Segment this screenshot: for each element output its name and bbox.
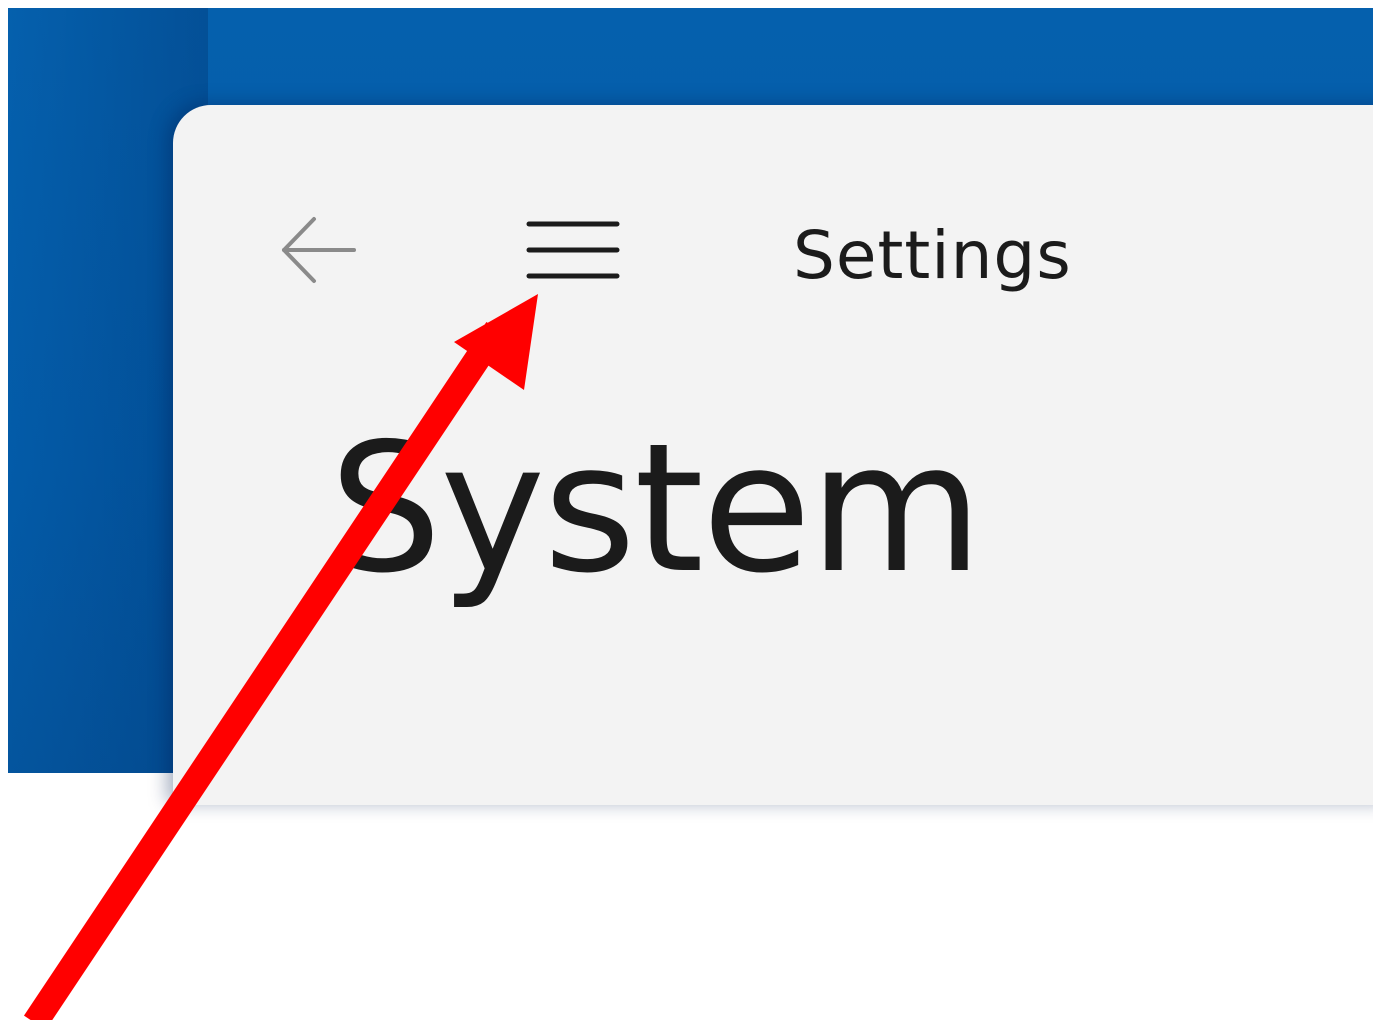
back-arrow-icon bbox=[282, 217, 356, 283]
page-title: System bbox=[329, 405, 983, 612]
settings-window: Settings System bbox=[173, 105, 1373, 805]
menu-button[interactable] bbox=[518, 210, 628, 290]
app-title: Settings bbox=[793, 217, 1072, 294]
screenshot-stage: Settings System bbox=[0, 0, 1373, 1020]
hamburger-menu-icon bbox=[526, 221, 620, 279]
back-button[interactable] bbox=[273, 210, 363, 290]
